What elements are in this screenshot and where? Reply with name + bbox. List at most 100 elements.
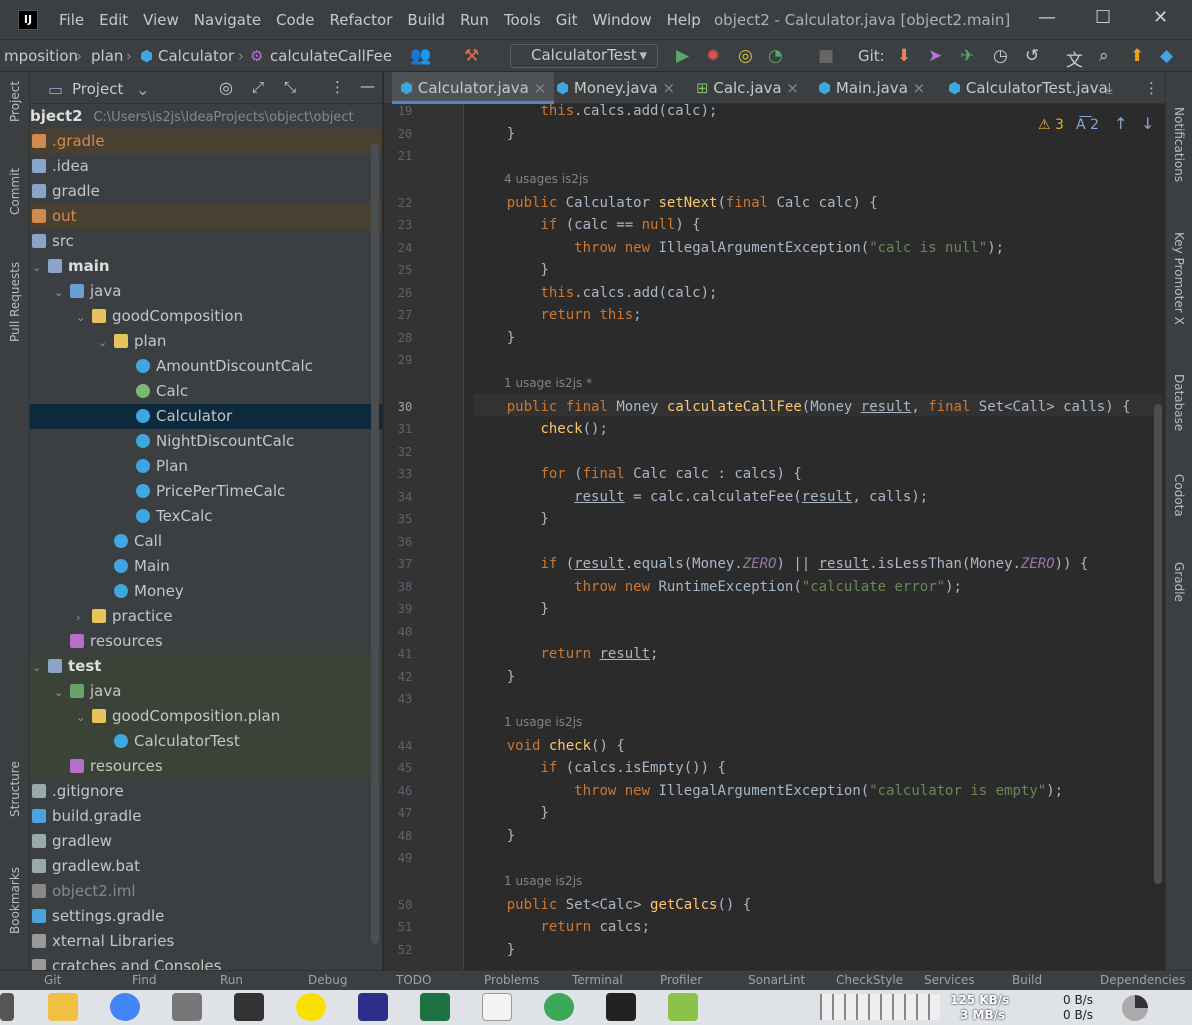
code-line[interactable] xyxy=(473,349,1163,371)
code-line[interactable]: result = calc.calculateFee(result, calls… xyxy=(473,486,1163,508)
code-line[interactable]: } xyxy=(473,327,1163,349)
menu-build[interactable]: Build xyxy=(407,11,445,29)
code-line[interactable] xyxy=(473,688,1163,710)
tree-item[interactable]: .gitignore xyxy=(30,779,382,804)
tool-sonarlint[interactable]: SonarLint xyxy=(748,973,805,987)
close-tab-icon[interactable]: × xyxy=(782,79,799,97)
debug-icon[interactable]: ✹ xyxy=(706,46,720,66)
tree-item[interactable]: ⌄ test xyxy=(30,654,382,679)
notepad-icon[interactable] xyxy=(668,993,698,1021)
tree-item[interactable]: gradlew.bat xyxy=(30,854,382,879)
code-line[interactable] xyxy=(473,847,1163,869)
tree-item[interactable]: xternal Libraries xyxy=(30,929,382,954)
maximize-icon[interactable]: ☐ xyxy=(1095,7,1111,28)
tab-calculatortest-java[interactable]: ⬢ CalculatorTest.java xyxy=(948,72,1108,104)
plugin-icon[interactable]: ◆ xyxy=(1160,46,1173,66)
menu-git[interactable]: Git xyxy=(556,11,578,29)
menu-navigate[interactable]: Navigate xyxy=(194,11,261,29)
breadcrumb-package[interactable]: mposition xyxy=(4,47,78,65)
tree-item[interactable]: ⌄ plan xyxy=(30,329,382,354)
code-line[interactable]: } xyxy=(473,802,1163,824)
tree-item[interactable]: .gradle xyxy=(30,129,382,154)
tab-main-java[interactable]: ⬢ Main.java × xyxy=(818,72,925,104)
close-tab-icon[interactable]: × xyxy=(908,79,926,97)
build-hammer-icon[interactable]: ⚒ xyxy=(464,46,479,66)
tree-item[interactable]: gradlew xyxy=(30,829,382,854)
code-line[interactable]: if (calc == null) { xyxy=(473,214,1163,236)
code-line[interactable] xyxy=(473,145,1163,167)
tree-item[interactable]: src xyxy=(30,229,382,254)
tree-item[interactable]: cratches and Consoles xyxy=(30,954,382,970)
usage-hint[interactable]: 1 usage is2js * xyxy=(504,376,592,390)
chevron-down-icon[interactable]: ⌄ xyxy=(54,280,70,305)
chevron-down-icon[interactable]: ⌄ xyxy=(32,255,48,280)
code-line[interactable]: for (final Calc calc : calcs) { xyxy=(473,463,1163,485)
run-configuration-select[interactable]: CalculatorTest ▾ xyxy=(510,44,658,68)
bookmarks-tool-tab[interactable]: Bookmarks xyxy=(8,867,22,934)
tree-item[interactable]: .idea xyxy=(30,154,382,179)
tree-item[interactable]: PricePerTimeCalc xyxy=(30,479,382,504)
collapse-icon[interactable]: ⤡ xyxy=(284,78,296,96)
translate-icon[interactable]: 文 xyxy=(1066,46,1083,71)
code-line[interactable] xyxy=(473,441,1163,463)
explorer-icon[interactable] xyxy=(48,993,78,1021)
tree-item[interactable]: Plan xyxy=(30,454,382,479)
menu-view[interactable]: View xyxy=(143,11,179,29)
tree-item[interactable]: out xyxy=(30,204,382,229)
app2-icon[interactable] xyxy=(544,993,574,1021)
intellij-icon[interactable] xyxy=(358,993,388,1021)
pycharm-icon[interactable] xyxy=(606,993,636,1021)
code-line[interactable]: throw new IllegalArgumentException("calc… xyxy=(473,237,1163,259)
tool-services[interactable]: Services xyxy=(924,973,975,987)
usage-hint[interactable]: 1 usage is2js xyxy=(504,715,582,729)
code-line[interactable]: this.calcs.add(calc); xyxy=(473,282,1163,304)
kakaotalk-icon[interactable] xyxy=(296,993,326,1021)
chevron-down-icon[interactable]: ⌄ xyxy=(136,80,149,99)
close-tab-icon[interactable]: × xyxy=(529,79,547,97)
menu-run[interactable]: Run xyxy=(460,11,489,29)
more-icon[interactable]: ⋮ xyxy=(330,78,345,96)
start-icon[interactable] xyxy=(0,993,14,1021)
minimize-icon[interactable]: — xyxy=(1038,7,1056,28)
menu-help[interactable]: Help xyxy=(667,11,701,29)
usage-hint[interactable]: 1 usage is2js xyxy=(504,874,582,888)
breadcrumb-class[interactable]: Calculator xyxy=(158,47,234,65)
snip-icon[interactable] xyxy=(234,993,264,1021)
tool-checkstyle[interactable]: CheckStyle xyxy=(836,973,903,987)
users-icon[interactable]: 👥 xyxy=(410,46,431,66)
run-icon[interactable]: ▶ xyxy=(676,46,689,66)
project-panel-title[interactable]: Project xyxy=(72,80,123,98)
weak-warnings-indicator[interactable]: A͞ 2 xyxy=(1076,117,1099,133)
tree-item[interactable]: gradle xyxy=(30,179,382,204)
tree-item[interactable]: settings.gradle xyxy=(30,904,382,929)
tree-item[interactable]: build.gradle xyxy=(30,804,382,829)
tool-build[interactable]: Build xyxy=(1012,973,1042,987)
codota-tool-tab[interactable]: Codota xyxy=(1172,474,1186,517)
tree-root[interactable]: bject2 C:\Users\is2js\IdeaProjects\objec… xyxy=(30,104,382,129)
code-line[interactable] xyxy=(473,531,1163,553)
tree-item[interactable]: Calc xyxy=(30,379,382,404)
git-commit-icon[interactable]: ✈ xyxy=(960,46,974,66)
tree-item[interactable]: CalculatorTest xyxy=(30,729,382,754)
pull-requests-tool-tab[interactable]: Pull Requests xyxy=(8,262,22,342)
profiler-icon[interactable]: ◔ xyxy=(768,46,783,66)
hide-icon[interactable]: — xyxy=(360,77,375,95)
code-line[interactable]: if (calcs.isEmpty()) { xyxy=(473,757,1163,779)
code-line[interactable]: void check() { xyxy=(473,735,1163,757)
menu-code[interactable]: Code xyxy=(276,11,314,29)
usage-hint[interactable]: 4 usages is2js xyxy=(504,172,589,186)
code-line[interactable]: } xyxy=(473,825,1163,847)
history-icon[interactable]: ◷ xyxy=(993,46,1008,66)
tree-item[interactable]: ⌄ main xyxy=(30,254,382,279)
tool-profiler[interactable]: Profiler xyxy=(660,973,702,987)
tool-find[interactable]: Find xyxy=(132,973,157,987)
expand-icon[interactable]: ⤢ xyxy=(252,78,264,96)
close-tab-icon[interactable]: × xyxy=(658,79,675,97)
menu-tools[interactable]: Tools xyxy=(504,11,541,29)
tool-problems[interactable]: Problems xyxy=(484,973,539,987)
notifications-tool-tab[interactable]: Notifications xyxy=(1172,107,1186,182)
code-line[interactable]: public final Money calculateCallFee(Mone… xyxy=(473,396,1163,418)
menu-refactor[interactable]: Refactor xyxy=(329,11,392,29)
code-line[interactable]: public Set<Calc> getCalcs() { xyxy=(473,894,1163,916)
tree-item[interactable]: › practice xyxy=(30,604,382,629)
